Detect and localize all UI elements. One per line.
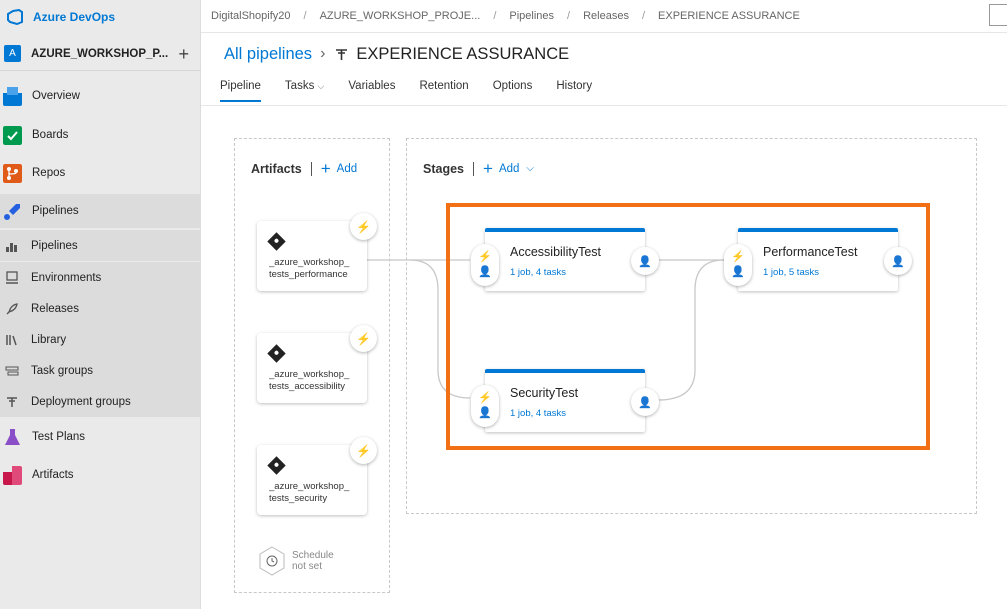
continuous-deployment-trigger-icon[interactable]: ⚡	[350, 325, 377, 352]
artifacts-header: Artifacts + Add	[251, 160, 357, 177]
highlight-box	[446, 203, 930, 450]
schedule-label: Schedule not set	[292, 550, 334, 572]
add-label: Add	[336, 162, 358, 175]
artifact-name: _azure_workshop_ tests_performance	[269, 257, 359, 281]
git-icon	[267, 344, 286, 363]
git-icon	[267, 232, 286, 251]
artifact-card[interactable]: _azure_workshop_ tests_security ⚡	[257, 437, 377, 515]
artifact-card[interactable]: _azure_workshop_ tests_performance ⚡	[257, 213, 377, 291]
artifact-name-line: _azure_workshop_	[269, 481, 350, 492]
artifact-name-line: _azure_workshop_	[269, 369, 350, 380]
artifact-name-line: tests_accessibility	[269, 381, 346, 392]
artifact-name: _azure_workshop_ tests_accessibility	[269, 369, 359, 393]
divider	[310, 161, 312, 176]
continuous-deployment-trigger-icon[interactable]: ⚡	[350, 213, 377, 240]
artifact-card[interactable]: _azure_workshop_ tests_accessibility ⚡	[257, 325, 377, 403]
artifact-name-line: tests_performance	[269, 269, 348, 280]
add-artifact-button[interactable]: + Add	[321, 160, 357, 177]
plus-icon: +	[320, 159, 331, 178]
schedule-line: not set	[292, 561, 323, 572]
plus-icon: +	[483, 159, 493, 178]
schedule-line: Schedule	[292, 550, 334, 561]
git-icon	[267, 456, 286, 475]
divider	[473, 161, 474, 176]
artifact-name: _azure_workshop_ tests_security	[269, 481, 359, 505]
stages-header: Stages + Add ⌵	[423, 160, 534, 177]
continuous-deployment-trigger-icon[interactable]: ⚡	[350, 437, 377, 464]
schedule-trigger[interactable]: Schedule not set	[258, 546, 334, 576]
artifacts-heading: Artifacts	[251, 161, 302, 176]
schedule-clock-icon	[259, 546, 285, 576]
artifact-name-line: _azure_workshop_	[269, 257, 350, 268]
add-label: Add	[498, 162, 520, 175]
chevron-down-icon: ⌵	[526, 163, 534, 174]
artifact-name-line: tests_security	[269, 493, 328, 504]
add-stage-button[interactable]: + Add ⌵	[483, 160, 534, 177]
stages-heading: Stages	[423, 161, 464, 176]
